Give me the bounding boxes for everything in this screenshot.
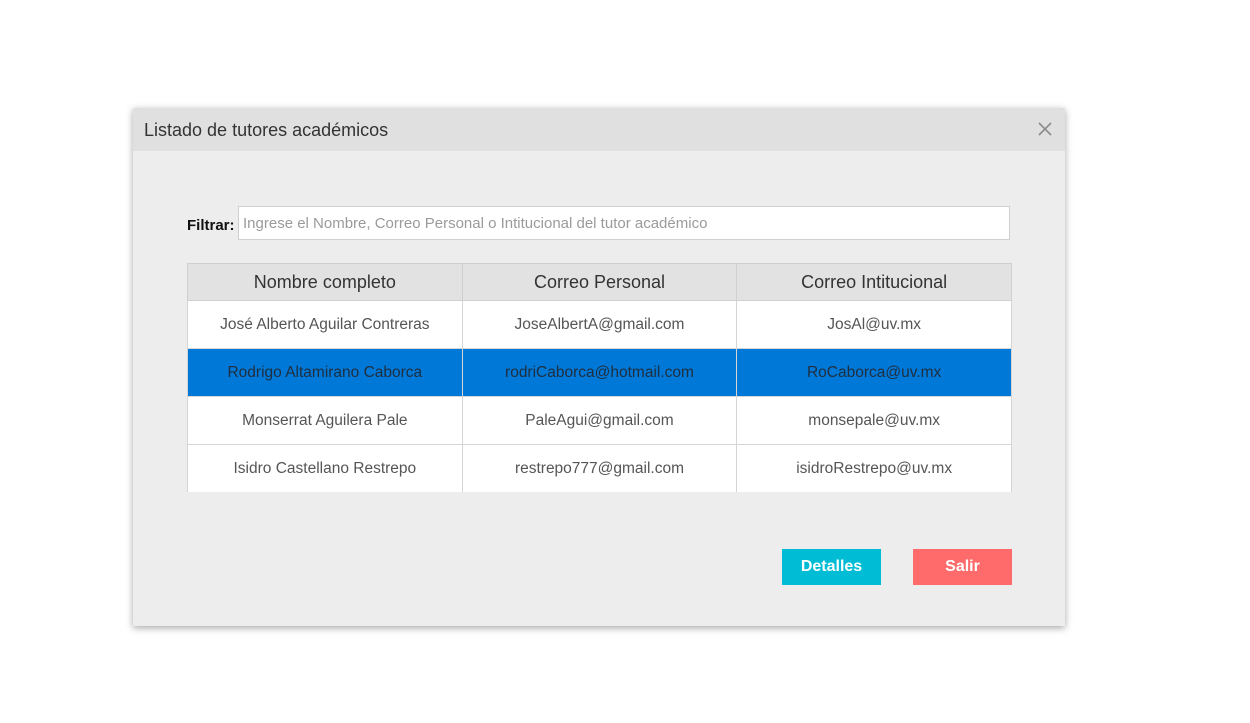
table-row[interactable]: Monserrat Aguilera Pale PaleAgui@gmail.c… (187, 396, 1012, 445)
dialog-title: Listado de tutores académicos (144, 120, 389, 140)
cell-personal-email: JoseAlbertA@gmail.com (461, 300, 738, 349)
column-header-personal-email[interactable]: Correo Personal (461, 263, 738, 301)
close-icon[interactable] (1037, 121, 1053, 137)
table-header-row: Nombre completo Correo Personal Correo I… (187, 263, 1012, 301)
cell-institutional-email: monsepale@uv.mx (736, 396, 1012, 445)
cell-name: José Alberto Aguilar Contreras (187, 300, 463, 349)
cell-personal-email: rodriCaborca@hotmail.com (461, 348, 738, 397)
tutors-dialog: Listado de tutores académicos Filtrar: N… (133, 108, 1065, 626)
cell-personal-email: restrepo777@gmail.com (461, 444, 738, 492)
cell-personal-email: PaleAgui@gmail.com (461, 396, 738, 445)
table-row-selected[interactable]: Rodrigo Altamirano Caborca rodriCaborca@… (187, 348, 1012, 397)
column-header-institutional-email[interactable]: Correo Intitucional (736, 263, 1012, 301)
cell-name: Isidro Castellano Restrepo (187, 444, 463, 492)
table-row[interactable]: Isidro Castellano Restrepo restrepo777@g… (187, 444, 1012, 492)
table-row[interactable]: José Alberto Aguilar Contreras JoseAlber… (187, 300, 1012, 349)
column-header-name[interactable]: Nombre completo (187, 263, 463, 301)
details-button[interactable]: Detalles (782, 549, 881, 585)
cell-institutional-email: isidroRestrepo@uv.mx (736, 444, 1012, 492)
filter-label: Filtrar: (187, 217, 235, 234)
exit-button[interactable]: Salir (913, 549, 1012, 585)
tutors-table: Nombre completo Correo Personal Correo I… (187, 263, 1012, 492)
cell-name: Monserrat Aguilera Pale (187, 396, 463, 445)
dialog-titlebar: Listado de tutores académicos (133, 108, 1065, 151)
cell-name: Rodrigo Altamirano Caborca (187, 348, 463, 397)
cell-institutional-email: RoCaborca@uv.mx (736, 348, 1012, 397)
filter-input[interactable] (238, 206, 1010, 240)
cell-institutional-email: JosAl@uv.mx (736, 300, 1012, 349)
